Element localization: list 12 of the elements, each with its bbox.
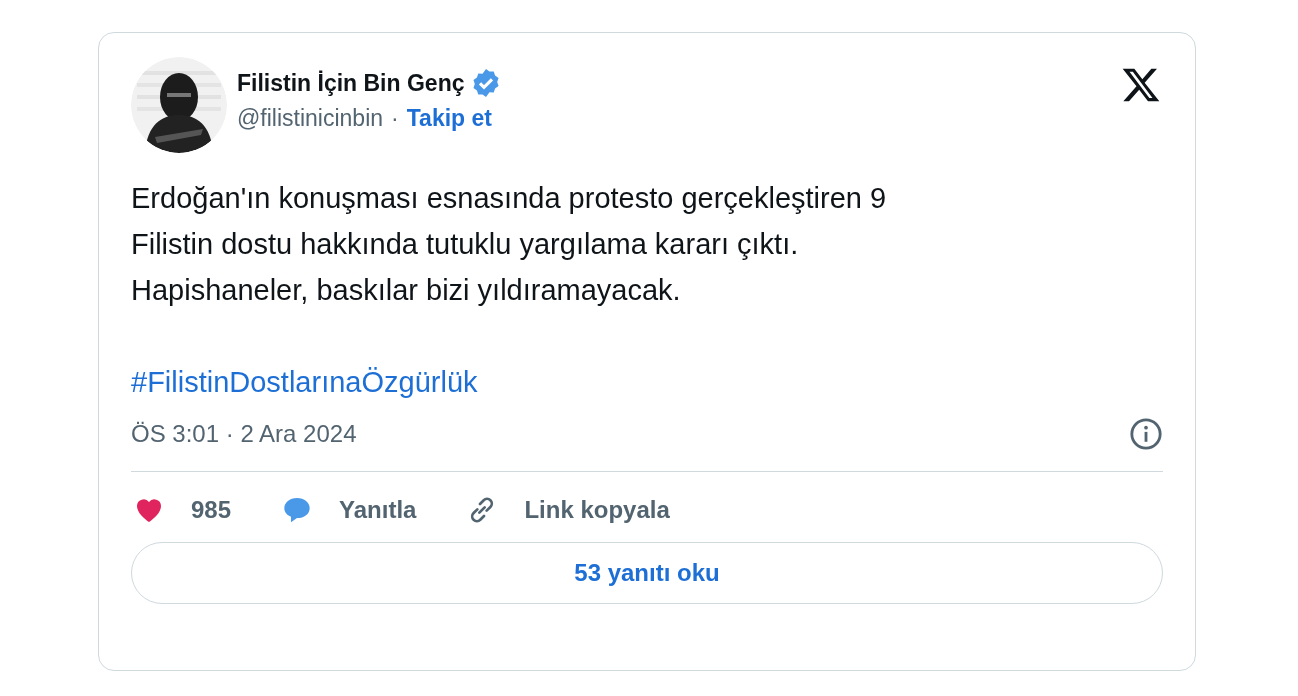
hashtag-link[interactable]: #FilistinDostlarınaÖzgürlük	[131, 359, 478, 405]
info-icon[interactable]	[1129, 417, 1163, 451]
like-count[interactable]: 985	[191, 496, 232, 524]
author-name: Filistin İçin Bin Genç	[237, 69, 465, 97]
follow-link[interactable]: Takip et	[406, 105, 492, 131]
post-text: Erdoğan'ın konuşması esnasında protesto gerçekleştiren 9 Filistin dostu hakkında tutuklu yargılama kararı çıktı. Hapishaneler, baskılar bizi yıldıramayacak.	[131, 181, 888, 308]
action-label[interactable]: Yanıtla	[339, 496, 417, 524]
read-replies-button[interactable]: 53 yanıtı oku	[131, 542, 1163, 604]
separator: ·	[391, 105, 399, 131]
post-timestamp[interactable]: ÖS 3:01 · 2 Ara 2024	[131, 420, 357, 448]
action-label[interactable]: Link kopyala	[524, 496, 670, 524]
author-handle: @filistinicinbin	[237, 105, 384, 131]
